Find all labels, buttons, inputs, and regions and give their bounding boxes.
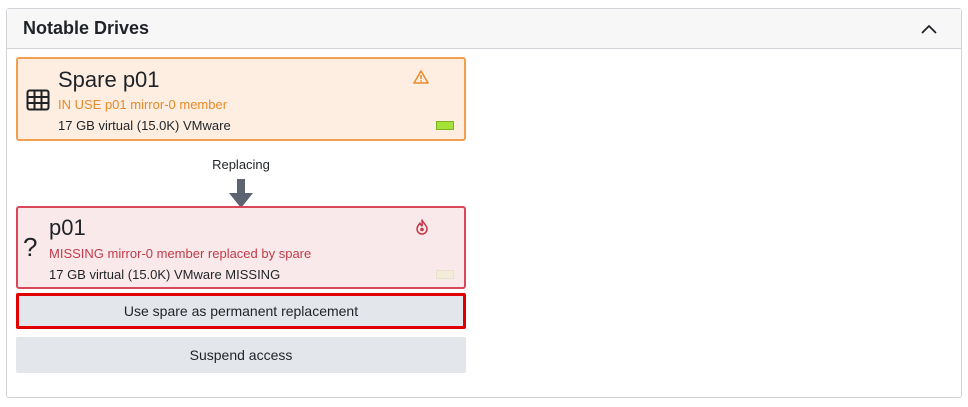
replacing-label: Replacing xyxy=(212,157,270,172)
spare-drive-name: Spare p01 xyxy=(58,67,160,92)
collapse-button[interactable] xyxy=(917,17,941,41)
missing-drive-status: MISSING mirror-0 member replaced by spar… xyxy=(49,246,312,261)
missing-drive-detail: 17 GB virtual (15.0K) VMware MISSING xyxy=(49,267,281,282)
missing-drive-health-bar xyxy=(436,270,454,279)
spare-drive-health-bar xyxy=(436,121,454,130)
use-spare-permanent-button[interactable]: Use spare as permanent replacement xyxy=(16,293,466,329)
missing-drive-card[interactable]: ? p01 MISSING mirror-0 member replaced b… xyxy=(16,206,466,289)
spare-drive-card[interactable]: Spare p01 IN USE p01 mirror-0 member 17 … xyxy=(16,57,466,141)
missing-drive-name: p01 xyxy=(49,215,86,240)
question-mark-icon: ? xyxy=(23,232,38,262)
panel-header: Notable Drives xyxy=(7,9,961,49)
fire-icon xyxy=(415,219,429,240)
panel-title: Notable Drives xyxy=(23,18,150,38)
warning-icon xyxy=(413,70,429,89)
suspend-access-button[interactable]: Suspend access xyxy=(16,337,466,373)
chevron-up-icon xyxy=(921,24,937,33)
grid-icon xyxy=(26,89,50,116)
spare-drive-detail: 17 GB virtual (15.0K) VMware xyxy=(58,118,231,133)
spare-drive-status: IN USE p01 mirror-0 member xyxy=(58,97,228,112)
